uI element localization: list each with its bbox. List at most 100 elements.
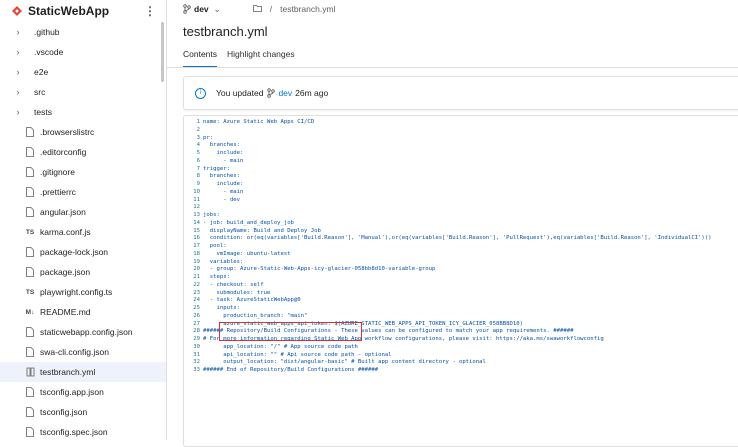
repo-logo-icon (12, 6, 22, 16)
code-text: api_location: "" # Api source code path … (203, 351, 392, 358)
tree-file[interactable]: .prettierrc (0, 182, 166, 202)
info-icon: i (195, 87, 206, 99)
code-line: 26 production_branch: "main" (184, 313, 738, 321)
chevron-right-icon[interactable]: › (10, 87, 26, 97)
file-icon (24, 347, 36, 357)
code-text: variables: (203, 258, 244, 265)
code-text: pool: (203, 243, 227, 249)
tree-folder[interactable]: › src (0, 82, 166, 102)
file-viewer: dev ⌄ / testbranch.yml testbranch.yml Co… (167, 0, 738, 447)
line-number: 4 (196, 142, 200, 149)
tree-item-label: .prettierrc (40, 187, 76, 197)
more-options-icon[interactable]: ⋮ (144, 4, 156, 18)
code-text: app_location: "/" # App source code path (203, 343, 358, 350)
tree-item-label: karma.conf.js (40, 227, 91, 237)
code-line: 19 variables: (184, 259, 738, 267)
line-number: 6 (196, 157, 200, 164)
tree-file[interactable]: package-lock.json (0, 242, 166, 262)
tree-folder[interactable]: › tests (0, 102, 166, 122)
chevron-right-icon[interactable]: › (10, 27, 26, 37)
chevron-down-icon[interactable]: ⌄ (214, 4, 221, 15)
branch-selector[interactable]: dev (194, 4, 209, 14)
code-text: output_location: "dist/angular-basic" # … (203, 359, 486, 366)
line-number: 14 (193, 219, 200, 226)
tree-item-label: staticwebapp.config.json (40, 327, 133, 337)
tree-folder[interactable]: › .vscode (0, 42, 166, 62)
code-line: 6 - main (184, 158, 738, 166)
code-line: 24 - task: AzureStaticWebApp@0 (184, 297, 738, 305)
folder-icon[interactable] (252, 4, 262, 14)
line-number: 16 (193, 235, 200, 242)
code-line: 3 pr: (184, 135, 738, 143)
typescript-file-icon: TS (25, 288, 35, 296)
line-number: 18 (193, 250, 200, 257)
code-line: 7 trigger: (184, 166, 738, 174)
tree-folder[interactable]: › .github (0, 22, 166, 42)
code-line: 14- job: build_and_deploy_job (184, 220, 738, 228)
line-number: 28 (193, 328, 200, 335)
line-number: 33 (193, 367, 200, 373)
chevron-right-icon[interactable]: › (10, 107, 26, 117)
tree-file[interactable]: swa-cli.config.json (0, 342, 166, 362)
banner-branch-link[interactable]: dev (278, 88, 292, 98)
tree-file[interactable]: angular.json (0, 202, 166, 222)
code-text: - main (203, 157, 244, 164)
code-text: inputs: (203, 305, 241, 311)
banner-time: 26m ago (295, 88, 329, 98)
code-line: 23 submodules: true (184, 290, 738, 298)
tree-file[interactable]: testbranch.yml (0, 362, 166, 382)
code-line: 20 - group: Azure-Static-Web-Apps-icy-gl… (184, 266, 738, 274)
page-title: testbranch.yml (183, 24, 268, 39)
tree-file[interactable]: .browserslistrc (0, 122, 166, 142)
tree-file[interactable]: .editorconfig (0, 142, 166, 162)
line-number: 27 (193, 320, 200, 327)
tree-file[interactable]: tsconfig.app.json (0, 382, 166, 402)
tree-file[interactable]: staticwebapp.config.json (0, 322, 166, 342)
code-text: pr: (203, 134, 214, 141)
tree-folder[interactable]: › e2e (0, 62, 166, 82)
code-line: 15 displayName: Build and Deploy Job (184, 228, 738, 236)
tree-item-label: testbranch.yml (40, 367, 96, 377)
tab-contents[interactable]: Contents (183, 49, 218, 68)
code-text: branches: (203, 173, 241, 180)
line-number: 9 (196, 181, 200, 187)
tree-item-label: playwright.config.ts (40, 287, 113, 297)
code-text: vmImage: ubuntu-latest (203, 250, 291, 257)
code-line: 21 steps: (184, 274, 738, 282)
file-tree: › .github › .vscode › e2e › src › tests .browsersl… (0, 22, 166, 440)
chevron-right-icon[interactable]: › (10, 67, 26, 77)
code-line: 18 vmImage: ubuntu-latest (184, 251, 738, 259)
chevron-right-icon[interactable]: › (10, 47, 26, 57)
sidebar-scrollbar[interactable] (161, 22, 164, 82)
code-line: 8 branches: (184, 173, 738, 181)
code-line: 12 (184, 204, 738, 212)
code-line: 17 pool: (184, 243, 738, 251)
tree-file[interactable]: tsconfig.json (0, 402, 166, 422)
code-line: 2 (184, 127, 738, 135)
line-number: 1 (196, 119, 200, 125)
code-editor[interactable]: 1 name: Azure Static Web Apps CI/CD 2 3 pr: 4… (183, 115, 738, 447)
tree-file[interactable]: M↓ README.md (0, 302, 166, 322)
line-number: 29 (193, 336, 200, 342)
tree-item-label: src (34, 87, 46, 97)
tab-highlight-changes[interactable]: Highlight changes (227, 49, 295, 68)
tree-item-label: tsconfig.app.json (40, 387, 104, 397)
view-tabs: Contents Highlight changes (183, 49, 305, 68)
tree-file[interactable]: TS playwright.config.ts (0, 282, 166, 302)
branch-icon (267, 88, 276, 98)
code-text: include: (203, 181, 244, 187)
file-icon (24, 207, 36, 217)
code-text: include: (203, 150, 244, 156)
typescript-file-icon: TS (25, 228, 35, 236)
tree-file[interactable]: tsconfig.spec.json (0, 422, 166, 440)
tree-item-label: .gitignore (40, 167, 75, 177)
tree-file[interactable]: TS karma.conf.js (0, 222, 166, 242)
file-icon (24, 327, 36, 337)
tree-file[interactable]: package.json (0, 262, 166, 282)
line-number: 19 (193, 258, 200, 265)
line-number: 17 (193, 243, 200, 249)
line-number: 2 (196, 126, 200, 133)
repo-header[interactable]: StaticWebApp ⋮ (0, 0, 166, 22)
code-text: - dev (203, 196, 241, 203)
tree-file[interactable]: .gitignore (0, 162, 166, 182)
